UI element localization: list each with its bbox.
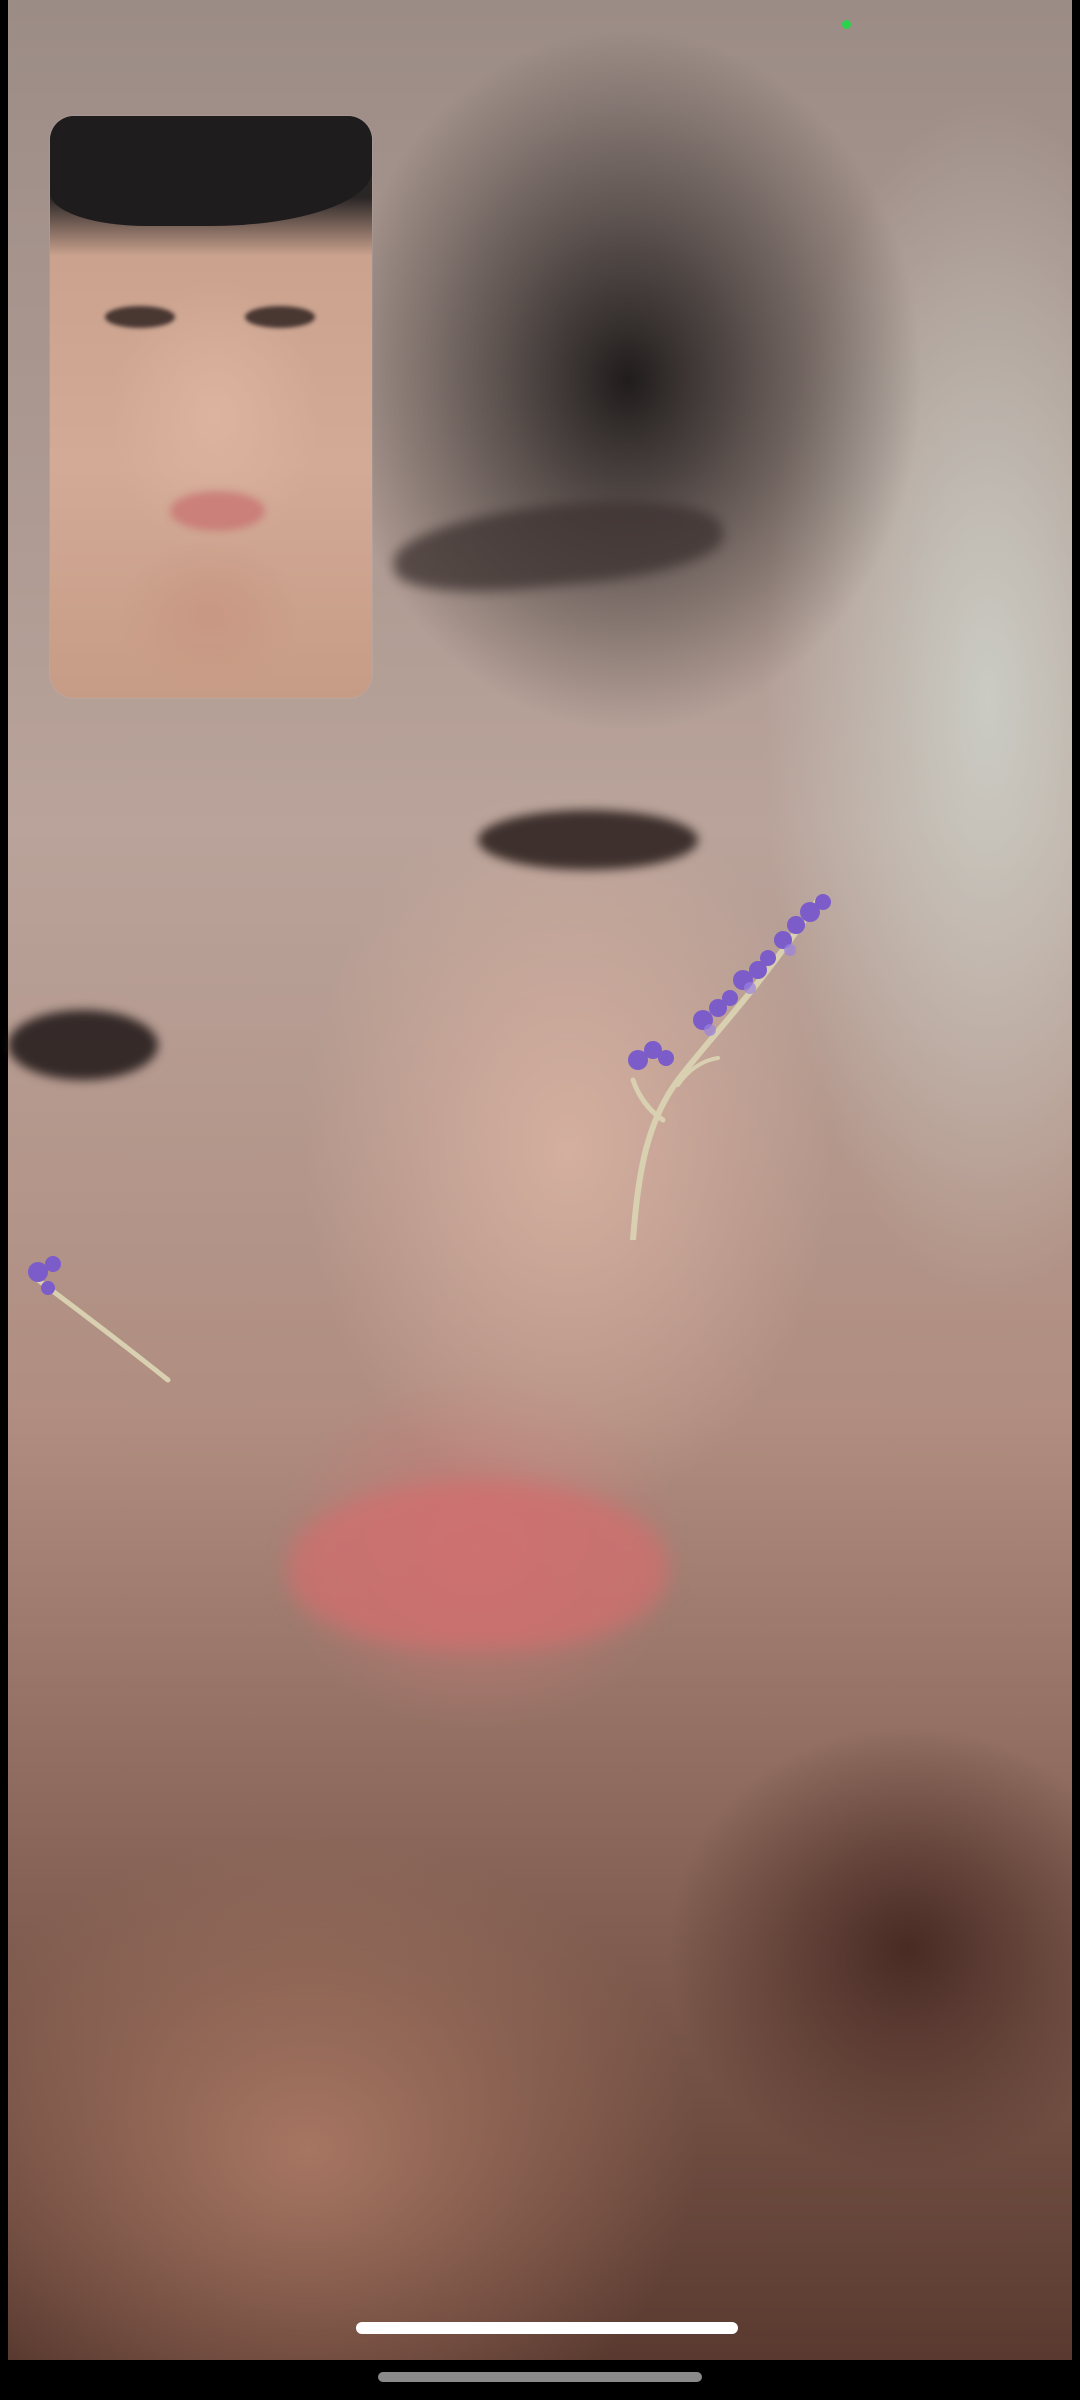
remote-face-eyebrow bbox=[389, 487, 727, 603]
self-view-lips bbox=[170, 491, 265, 531]
camera-in-use-indicator bbox=[842, 20, 851, 29]
lavender-sticker-icon bbox=[628, 894, 831, 1240]
navigation-gesture-bar[interactable] bbox=[378, 2372, 702, 2382]
remote-face-lips bbox=[288, 1480, 668, 1650]
video-call-screen bbox=[0, 0, 1080, 2400]
self-view-cap bbox=[50, 116, 372, 226]
self-view-eye-right bbox=[245, 306, 315, 328]
remote-face-eye-left bbox=[8, 1010, 158, 1080]
home-indicator[interactable] bbox=[356, 2322, 738, 2334]
lavender-sticker-left-icon bbox=[28, 1256, 171, 1383]
self-view-preview[interactable] bbox=[50, 116, 372, 698]
remote-face-eye-right bbox=[478, 810, 698, 870]
self-view-eye-left bbox=[105, 306, 175, 328]
